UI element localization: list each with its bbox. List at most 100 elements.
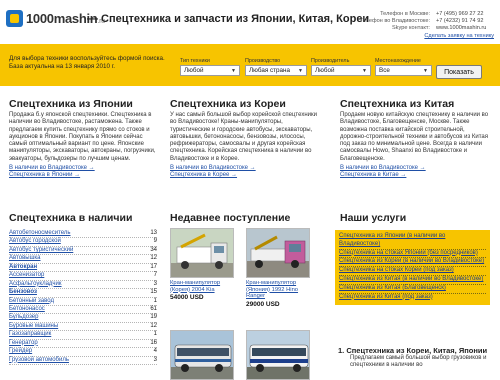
arrival-photo[interactable] xyxy=(246,330,310,380)
stock-item-link[interactable]: Автовышка xyxy=(9,255,40,262)
stock-item-link[interactable]: Бензовоз xyxy=(9,289,37,296)
truck-photo-icon xyxy=(171,229,233,277)
list-item: Автобус городской 9 xyxy=(9,238,157,247)
list-item: Газозаправщик 1 xyxy=(9,331,157,340)
service-link[interactable]: Спецтехника на стоках Кореи (под заказ) xyxy=(339,267,486,276)
stock-item-link[interactable]: Буровые машины xyxy=(9,323,58,330)
japan-catalog-link[interactable]: Спецтехника в Японии → xyxy=(9,172,157,179)
filter-location-label: Местонахождение xyxy=(375,58,421,64)
korea-catalog-link[interactable]: Спецтехника в Корее → xyxy=(170,172,320,179)
stock-item-count: 61 xyxy=(150,305,157,312)
contact-row-skype: Skype контакт: www.1000mashin.ru xyxy=(304,25,494,32)
article-teaser: 1. Спецтехника из Кореи, Китая, Японии П… xyxy=(338,346,488,369)
filter-country: Производство Любая страна ▼ xyxy=(245,58,307,76)
stock-item-link[interactable]: Генератор xyxy=(9,340,38,347)
site-header: 1000mashin.ru — Спецтехника и запчасти и… xyxy=(0,0,500,44)
stock-item-link[interactable]: Газозаправщик xyxy=(9,331,51,338)
chevron-down-icon: ▼ xyxy=(423,67,428,74)
service-link[interactable]: Спецтехника из Китая (в наличии во Влади… xyxy=(339,276,486,285)
stock-item-link[interactable]: Автокран xyxy=(9,264,37,271)
china-links: В наличии во Владивостоке → Спецтехника … xyxy=(340,165,492,180)
stock-item-count: 1 xyxy=(153,297,157,304)
filter-type-label: Тип техники xyxy=(180,58,210,64)
arrival-name[interactable]: Кран-манипулятор (Япония) 1992 Hino Rang… xyxy=(246,280,310,300)
bus-photo-icon xyxy=(247,331,309,379)
arrival-card[interactable] xyxy=(246,330,310,380)
korea-section: Спецтехника из Кореи У нас самый большой… xyxy=(170,98,320,180)
stock-item-link[interactable]: Асфальтоукладчик xyxy=(9,281,62,288)
filter-type-select[interactable]: Любой ▼ xyxy=(180,65,240,76)
filter-maker-value: Любой xyxy=(315,67,335,74)
filter-maker: Производитель Любой ▼ xyxy=(311,58,371,76)
filter-maker-select[interactable]: Любой ▼ xyxy=(311,65,371,76)
stock-item-link[interactable]: Бетонный завод xyxy=(9,298,54,305)
arrival-photo[interactable] xyxy=(170,330,234,380)
stock-item-count: 1 xyxy=(153,331,157,338)
contact-row-vladivostok: Телефон во Владивостоке: +7 (4232) 91 74 … xyxy=(304,18,494,25)
list-item: Автокран 17 xyxy=(9,264,157,273)
contact-phone: +7 (495) 969 27 22 xyxy=(436,11,484,17)
korea-text: У нас самый большой выбор корейской спец… xyxy=(170,112,317,162)
stock-item-count: 7 xyxy=(153,272,157,279)
services-title: Наши услуги xyxy=(340,212,407,224)
service-link[interactable]: Спецтехника из Китая (под заказ) xyxy=(339,294,486,302)
contact-skype: www.1000mashin.ru xyxy=(436,25,487,31)
services-box: Спецтехника из Японии (в наличии во Влад… xyxy=(335,230,490,306)
list-item: Генератор 16 xyxy=(9,339,157,349)
arrival-card[interactable]: Кран-манипулятор (Япония) 1992 Hino Rang… xyxy=(246,228,310,308)
contact-row-moscow: Телефон в Москве: +7 (495) 969 27 22 xyxy=(304,11,494,18)
filter-country-value: Любая страна xyxy=(249,67,290,74)
china-text: Продаем новую китайскую спецтехнику в на… xyxy=(340,112,489,162)
korea-title: Спецтехника из Кореи xyxy=(170,98,286,110)
chevron-down-icon: ▼ xyxy=(362,67,367,74)
contacts-block: Телефон в Москве: +7 (495) 969 27 22 Теле… xyxy=(304,11,494,40)
stock-item-link[interactable]: Бетононасос xyxy=(9,306,45,313)
stock-item-link[interactable]: Грузовой автомобиль xyxy=(9,357,69,364)
contact-phone: +7 (4232) 91 74 92 xyxy=(436,18,484,24)
stock-item-count: 3 xyxy=(153,356,157,363)
japan-title: Спецтехника из Японии xyxy=(9,98,133,110)
stock-item-count: 16 xyxy=(150,339,157,346)
list-item: Бетонный завод 1 xyxy=(9,298,157,306)
list-item: Бульдозер 19 xyxy=(9,314,157,323)
arrival-photo[interactable] xyxy=(246,228,310,278)
search-bar: Для выбора техники воспользуйтесь формой… xyxy=(0,44,500,86)
list-item: Бензовоз 15 xyxy=(9,289,157,298)
japan-instock-link[interactable]: В наличии во Владивостоке → xyxy=(9,165,157,172)
stock-item-link[interactable]: Автобус туристический xyxy=(9,247,73,254)
filter-country-select[interactable]: Любая страна ▼ xyxy=(245,65,307,76)
filter-location-select[interactable]: Все ▼ xyxy=(375,65,432,76)
china-catalog-link[interactable]: Спецтехника в Китае → xyxy=(340,172,492,179)
stock-item-count: 4 xyxy=(153,348,157,355)
arrival-name[interactable]: Кран-манипулятор (Корея) 2004 Kia xyxy=(170,280,234,293)
stock-item-link[interactable]: Автобетоносмеситель xyxy=(9,230,71,237)
service-link[interactable]: Спецтехника из Кореи (в наличии во Влади… xyxy=(339,258,486,268)
japan-section: Спецтехника из Японии Продажа б.у японск… xyxy=(9,98,157,180)
list-item: Бетононасос 61 xyxy=(9,305,157,315)
stock-item-link[interactable]: Бульдозер xyxy=(9,314,38,321)
show-button[interactable]: Показать xyxy=(436,65,482,79)
stock-list: Автобетоносмеситель 1 3 Автобус городской 9… xyxy=(9,230,157,365)
stock-item-link[interactable]: Ассенизатор xyxy=(9,272,44,279)
list-item: Автобус туристический 34 xyxy=(9,246,157,256)
stock-item-link[interactable]: Автобус городской xyxy=(9,238,61,245)
arrival-card[interactable] xyxy=(170,330,234,380)
arrival-price: 54000 USD xyxy=(170,294,204,302)
china-instock-link[interactable]: В наличии во Владивостоке → xyxy=(340,165,492,172)
arrival-photo[interactable] xyxy=(170,228,234,278)
order-request-link[interactable]: Сделать заявку на технику xyxy=(304,33,494,40)
service-link[interactable]: Спецтехника из Японии (в наличии во Влад… xyxy=(339,233,486,250)
stock-item-count: 9 xyxy=(153,238,157,245)
filter-maker-label: Производитель xyxy=(311,58,350,64)
stock-item-count: 12 xyxy=(150,322,157,329)
stock-item-count: 12 xyxy=(150,255,157,262)
service-link[interactable]: Спецтехника на стоках Японии (без посред… xyxy=(339,250,486,259)
stock-item-link[interactable]: Грейдер xyxy=(9,348,32,355)
korea-instock-link[interactable]: В наличии во Владивостоке → xyxy=(170,165,320,172)
arrival-card[interactable]: Кран-манипулятор (Корея) 2004 Kia 54000 … xyxy=(170,228,234,301)
service-link[interactable]: Спецтехника из Китая (Благовещенск) xyxy=(339,285,486,294)
stock-title: Спецтехника в наличии xyxy=(9,212,133,224)
bus-photo-icon xyxy=(171,331,233,379)
stock-item-count: 34 xyxy=(150,246,157,253)
filter-location-value: Все xyxy=(379,67,390,74)
